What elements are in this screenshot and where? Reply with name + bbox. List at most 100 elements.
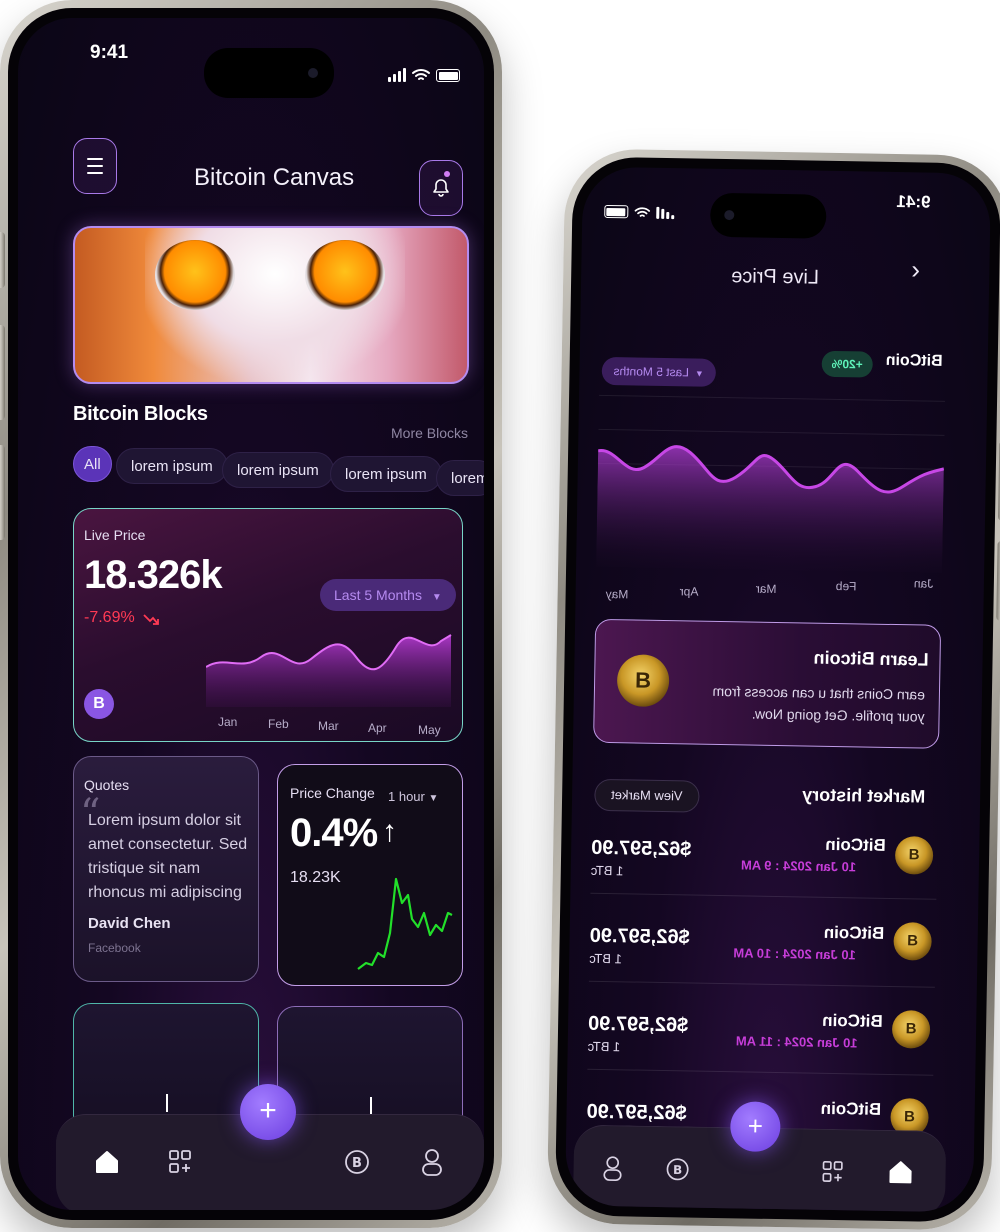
learn-title: Learn Bitcoin: [813, 647, 929, 670]
trend-down-icon: [143, 614, 159, 625]
battery-icon: [436, 69, 460, 82]
signal-icon: [656, 206, 675, 220]
signal-icon: [388, 68, 406, 82]
row-price: $62,597.90: [589, 924, 690, 949]
interval-label: 1 hour: [388, 789, 425, 804]
svg-text:B: B: [673, 1163, 682, 1177]
status-icons: [604, 204, 675, 220]
live-price-card[interactable]: Live Price 18.326k -7.69% Last 5 Months …: [73, 508, 463, 742]
bitcoin-nav-icon[interactable]: B: [344, 1149, 370, 1175]
row-divider: [587, 1068, 934, 1076]
chevron-down-icon: ▼: [694, 368, 704, 379]
volume-down-button: [996, 540, 1000, 621]
quote-source: Facebook: [88, 941, 141, 955]
bitcoin-coin-image: B: [894, 836, 934, 875]
profile-icon[interactable]: [420, 1147, 444, 1177]
wifi-icon: [634, 207, 651, 217]
home-icon[interactable]: [94, 1149, 120, 1175]
divider: [370, 1097, 372, 1115]
range-dropdown[interactable]: ▼ Last 5 Months: [601, 356, 717, 387]
market-history-title: Market history: [801, 784, 926, 807]
more-blocks-link[interactable]: More Blocks: [391, 425, 468, 441]
row-price: $62,597.90: [591, 836, 692, 861]
wifi-icon: [412, 69, 430, 80]
dynamic-island: [204, 48, 334, 98]
month-label-feb: Feb: [835, 578, 857, 594]
chip-lorem-4[interactable]: lorem: [436, 460, 484, 496]
row-date: 10 Jan 2024 : 10 AM: [733, 945, 856, 963]
change-badge: +20%: [821, 350, 873, 378]
status-time: 9:41: [90, 42, 129, 63]
month-label-jan: Jan: [913, 576, 934, 591]
interval-dropdown[interactable]: 1 hour ▼: [388, 789, 438, 804]
bitcoin-icon: B: [84, 689, 114, 719]
chip-lorem-2[interactable]: lorem ipsum: [222, 452, 334, 488]
month-label-jan: Jan: [218, 715, 238, 729]
menu-icon: [87, 158, 103, 174]
add-button[interactable]: +: [240, 1084, 296, 1140]
gridline: [598, 428, 945, 436]
row-qty: 1 BTc: [590, 862, 624, 879]
live-price-chart: [596, 445, 945, 573]
price-change-label: Price Change: [290, 785, 375, 801]
month-label-mar: Mar: [318, 719, 339, 733]
chip-lorem-1[interactable]: lorem ipsum: [116, 448, 228, 484]
page-title: Live Price: [731, 265, 820, 289]
price-change-value: 0.4%: [290, 811, 378, 855]
home-icon[interactable]: [887, 1159, 913, 1185]
blocks-title: Bitcoin Blocks: [73, 403, 208, 425]
live-price-label: Live Price: [84, 527, 146, 543]
svg-text:B: B: [352, 1156, 362, 1171]
left-screen: 9:41 Bitcoin Canvas Bitcoin Blocks More …: [18, 18, 484, 1210]
sparkline-line: [357, 877, 453, 970]
row-qty: 1 BTc: [589, 950, 622, 967]
back-button[interactable]: ‹: [911, 254, 920, 285]
price-change-amount: 18.23K: [290, 869, 341, 886]
live-price-area: [206, 635, 451, 707]
right-phone: 9:41 ‹ Live Price BitCoin +20% ▼ Last 5 M…: [546, 148, 1000, 1231]
month-label-may: May: [605, 586, 629, 602]
profile-icon[interactable]: [601, 1154, 623, 1182]
learn-text: earn Coins that u can access from your p…: [712, 682, 926, 725]
learn-bitcoin-card[interactable]: Learn Bitcoin earn Coins that u can acce…: [593, 618, 942, 749]
month-label-may: May: [418, 723, 441, 737]
notifications-button[interactable]: [419, 160, 463, 216]
volume-up-button: [0, 325, 5, 420]
quote-text: Lorem ipsum dolor sit amet consectetur. …: [88, 812, 248, 901]
row-price: $62,597.90: [586, 1100, 687, 1125]
sparkline-chart: [357, 877, 453, 970]
price-change-card[interactable]: Price Change 1 hour ▼ 0.4% ↑ 18.23K: [277, 764, 463, 986]
left-phone: 9:41 Bitcoin Canvas Bitcoin Blocks More …: [0, 0, 502, 1228]
row-date: 10 Jan 2024 : 9 AM: [740, 857, 857, 875]
row-coin-name: BitCoin: [820, 1098, 882, 1119]
row-price: $62,597.90: [587, 1012, 689, 1037]
month-label-feb: Feb: [268, 717, 289, 731]
view-market-button[interactable]: View Market: [593, 778, 700, 813]
notification-dot: [444, 171, 450, 177]
gridline: [599, 394, 946, 402]
live-price-chart: [206, 634, 452, 707]
bitcoin-nav-icon[interactable]: B: [665, 1157, 689, 1181]
grid-add-icon[interactable]: [821, 1160, 843, 1184]
promo-banner[interactable]: [73, 226, 469, 384]
row-divider: [590, 892, 937, 900]
grid-add-icon[interactable]: [168, 1149, 192, 1175]
chevron-down-icon: ▼: [431, 592, 442, 603]
live-price-change: -7.69%: [84, 609, 135, 626]
bitcoin-coin-image: B: [891, 1010, 931, 1049]
quotes-card[interactable]: Quotes “ Lorem ipsum dolor sit amet cons…: [73, 756, 259, 982]
status-icons: [388, 68, 460, 82]
divider: [166, 1094, 168, 1112]
dynamic-island: [709, 192, 827, 239]
chip-all[interactable]: All: [73, 446, 112, 482]
chevron-down-icon: ▼: [428, 793, 439, 804]
bell-icon: [433, 179, 449, 197]
bitcoin-coin-image: B: [616, 654, 670, 708]
chip-lorem-3[interactable]: lorem ipsum: [330, 456, 442, 492]
range-dropdown[interactable]: Last 5 Months ▼: [320, 579, 456, 611]
app-title: Bitcoin Canvas: [194, 164, 355, 191]
month-label-mar: Mar: [755, 581, 777, 596]
month-label-apr: Apr: [679, 584, 699, 599]
robot-eye-right: [305, 240, 385, 310]
menu-button[interactable]: [73, 138, 117, 194]
